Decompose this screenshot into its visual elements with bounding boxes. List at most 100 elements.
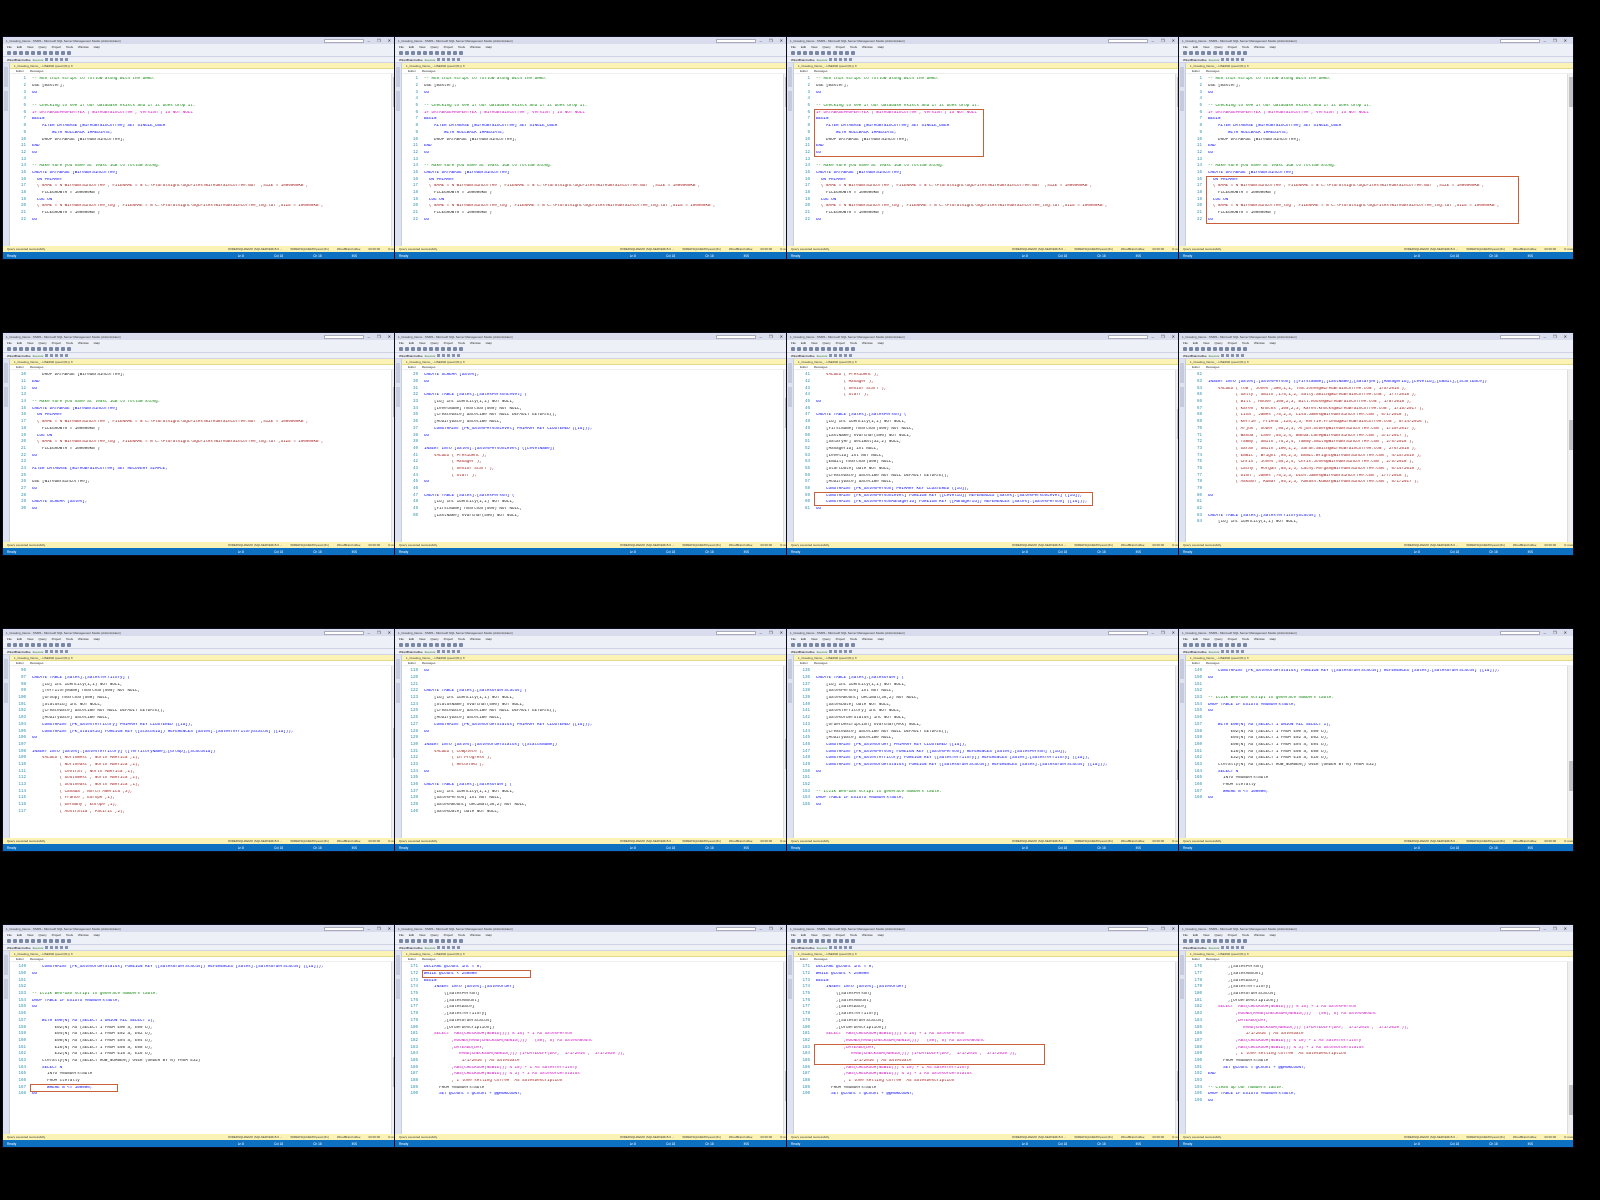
menu-item[interactable]: Help [878,637,884,641]
code-line[interactable]: 43 ('Senior Staff'), [402,466,783,473]
redo-icon[interactable] [423,642,427,647]
code-line[interactable]: 135 [402,775,783,782]
code-line[interactable]: 8 ALTER DATABASE [WiredBrainCoffee] SET … [402,123,783,130]
vertical-scrollbar[interactable] [1567,74,1573,246]
menu-item[interactable]: Edit [409,933,414,937]
code-area[interactable]: 1 -- Run this script to follow along with… [402,74,783,246]
database-select[interactable]: WiredBrainCoffee [1183,946,1207,950]
code-area[interactable]: 1 -- Run this script to follow along with… [1186,74,1567,246]
undo-icon[interactable] [417,50,421,55]
code-line[interactable]: 4 [794,96,1175,103]
menu-item[interactable]: Query [822,341,830,345]
debug-icon[interactable] [1231,642,1235,647]
window-controls[interactable]: – ❐ ✕ [1152,334,1178,339]
redo-icon[interactable] [31,50,35,55]
menu-item[interactable]: Window [1254,933,1265,937]
code-line[interactable]: 49 [FirstName] nvarchar(500) NOT NULL, [402,506,783,513]
save-icon[interactable] [19,50,23,55]
results-grid-icon[interactable] [1231,946,1235,949]
debug-icon[interactable] [55,346,59,351]
cut-icon[interactable] [429,938,433,943]
code-line[interactable]: 143 [OrderDescription] nvarchar(MAX) NUL… [794,722,1175,729]
comment-icon[interactable] [844,58,848,61]
code-line[interactable]: 23 [10,459,391,466]
menu-item[interactable]: Query [822,45,830,49]
menu-item[interactable]: Edit [17,637,22,641]
window-controls[interactable]: – ❐ ✕ [1544,334,1570,339]
code-line[interactable]: 10 DROP DATABASE [WiredBrainCoffee]; [402,136,783,143]
code-line[interactable]: 148 CONSTRAINT [FK_SalesTerritory] FOREI… [794,755,1175,762]
query-editor[interactable]: 1_Creating_Demo_...USER40 (pesd (61)) ✕ … [1186,655,1573,838]
code-line[interactable]: 108 INSERT INTO [Sales].[SalesTerritory] … [10,748,391,755]
execute-button[interactable]: Execute [1209,650,1220,654]
code-area[interactable]: 41 VALUES ('President'), 42 ('Manager'), 4… [794,370,1175,542]
code-line[interactable]: 2 USE [master]; [402,83,783,90]
properties-icon[interactable] [67,50,71,55]
tab-messages[interactable]: Messages [814,69,828,73]
menu-item[interactable]: Window [470,341,481,345]
code-line[interactable]: 153 -- Itzik Ben-Gan script to generate n… [1186,695,1567,702]
results-grid-icon[interactable] [1231,354,1235,357]
code-line[interactable]: 52 [ManagerId] int NULL, [794,446,1175,453]
menu-item[interactable]: Query [1214,45,1222,49]
code-area[interactable]: 62 63 INSERT INTO [Sales].[SalesPerson] ([… [1186,370,1567,542]
copy-icon[interactable] [1219,50,1223,55]
cut-icon[interactable] [821,642,825,647]
new-query-icon[interactable] [791,642,795,647]
search-icon[interactable] [61,938,65,943]
execute-button[interactable]: Execute [817,946,828,950]
code-line[interactable]: 160 E08(N) AS (SELECT 1 FROM E04 a, E04 … [1186,742,1567,749]
tab-messages[interactable]: Messages [422,365,436,369]
code-line[interactable]: 117 ('Australia','Pacific',2), [10,808,391,815]
code-line[interactable]: 67 ('Karen','Knocks',100,2,3,'Karen.Knoc… [1186,405,1567,412]
tab-messages[interactable]: Messages [422,69,436,73]
code-area[interactable]: 96 97 CREATE TABLE [Sales].[SalesTerritory… [10,666,391,838]
save-icon[interactable] [411,50,415,55]
code-line[interactable]: 16 ON PRIMARY [402,176,783,183]
properties-icon[interactable] [851,642,855,647]
code-line[interactable]: 182 SELECT ABS(CHECKSUM(NEWID())) % 15) … [1186,1004,1567,1011]
menu-item[interactable]: View [811,637,817,641]
menu-item[interactable]: View [1203,637,1209,641]
paste-icon[interactable] [49,642,53,647]
menu-item[interactable]: View [27,45,33,49]
object-explorer-tab[interactable] [395,359,402,542]
code-line[interactable]: 20 ( NAME = N'WiredBrainCoffee_log', FIL… [402,203,783,210]
menu-item[interactable]: Window [470,933,481,937]
code-line[interactable]: 131 VALUES ('Complete'), [402,748,783,755]
properties-icon[interactable] [851,938,855,943]
properties-icon[interactable] [459,938,463,943]
code-line[interactable]: 82 [1186,506,1567,513]
stop-icon[interactable] [437,58,441,61]
paste-icon[interactable] [49,346,53,351]
code-line[interactable]: 184 RAND(CHECKSUM(NEWID()))*(1+DATEDIFF(… [402,1051,783,1058]
cut-icon[interactable] [1213,642,1217,647]
properties-icon[interactable] [1243,50,1247,55]
menu-item[interactable]: File [791,341,796,345]
results-grid-icon[interactable] [1231,650,1235,653]
tab-messages[interactable]: Messages [30,365,44,369]
code-line[interactable]: 70 ('Arjun','Sober',95,2,3,'Arjun.Sober@… [1186,426,1567,433]
query-editor[interactable]: 1_Creating_Demo_...USER40 (pesd (61)) ✕ … [10,359,397,542]
tab-editor[interactable]: Editor [800,365,808,369]
code-line[interactable]: 72 ('Tammy','Smith',75,2,4,'Tammy.Smith@… [1186,439,1567,446]
properties-icon[interactable] [851,346,855,351]
debug-icon[interactable] [55,938,59,943]
code-line[interactable]: 37 CONSTRAINT [PK_SalesPersonLevel] PRIM… [402,426,783,433]
query-editor[interactable]: 1_Creating_Demo_...USER40 (pesd (61)) ✕ … [402,63,789,246]
code-line[interactable]: 22 GO [10,216,391,223]
code-line[interactable]: 190 FROM #NumbersTable [1186,1058,1567,1065]
code-area[interactable]: 10 DROP DATABASE [WiredBrainCoffee]; 11 EN… [10,370,391,542]
code-line[interactable]: 122 CREATE TABLE [Sales].[SalesOrderStatu… [402,688,783,695]
code-area[interactable]: 176 ,[SalesPerson] 177 ,[SalesAmount] 178 … [1186,962,1567,1134]
code-line[interactable]: 25 [10,472,391,479]
code-line[interactable]: 65 ('Sally','Smith',175,1,2,'Sally.Smith… [1186,392,1567,399]
code-line[interactable]: 73 ('Sarah','Smith',100,1,2,'Sarah.Smith… [1186,446,1567,453]
cut-icon[interactable] [821,346,825,351]
open-file-icon[interactable] [797,50,801,55]
debug-icon[interactable] [839,938,843,943]
quick-launch-input[interactable] [1107,630,1148,635]
code-line[interactable]: 188 ,'I love selling coffee' AS SalesDes… [794,1078,1175,1085]
code-line[interactable]: 156 [1186,715,1567,722]
debug-icon[interactable] [55,50,59,55]
